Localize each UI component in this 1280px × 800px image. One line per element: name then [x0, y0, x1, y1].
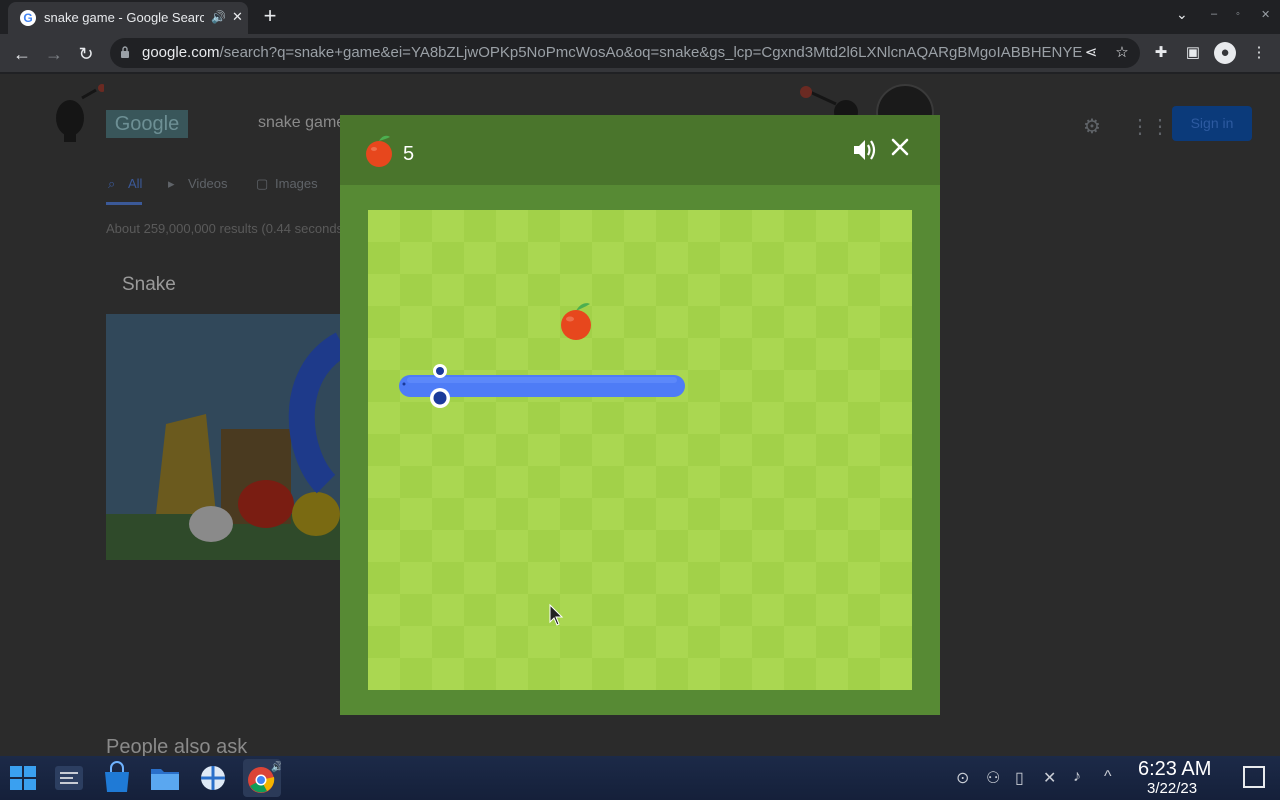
menu-icon[interactable]: ⋮: [1248, 42, 1270, 64]
clock-time: 6:23 AM: [1138, 758, 1212, 780]
people-also-ask-heading: People also ask: [106, 736, 248, 756]
apple-icon: [366, 135, 392, 167]
taskbar: 🔊 ⊙ ⚇ ▯ ✕ ♪ ^ 6:23 AM 3/22/23: [0, 756, 1280, 800]
result-stats: About 259,000,000 results (0.44 seconds): [106, 221, 348, 236]
tab-strip: G snake game - Google Search 🔊 ✕ + ⌄ – ◦…: [0, 0, 1280, 34]
app-icon[interactable]: [195, 760, 231, 796]
reload-icon[interactable]: ↻: [74, 42, 98, 66]
search-icon: ⌕: [108, 176, 116, 191]
start-icon[interactable]: [6, 760, 42, 796]
active-tab-indicator: [106, 202, 142, 205]
snake-game-modal[interactable]: 5: [340, 115, 940, 715]
search-query[interactable]: snake game: [258, 114, 345, 132]
tab-videos[interactable]: Videos: [188, 176, 228, 191]
clock-date: 3/22/23: [1147, 780, 1198, 797]
profile-icon[interactable]: ●: [1214, 42, 1236, 64]
google-apps-icon[interactable]: ⋮⋮: [1130, 114, 1170, 139]
side-panel-icon[interactable]: ▣: [1182, 42, 1204, 64]
address-bar[interactable]: google.com/search?q=snake+game&ei=YA8bZL…: [110, 38, 1140, 68]
tab-title: snake game - Google Search: [44, 10, 204, 25]
store-icon[interactable]: [99, 760, 135, 796]
snake-game-image[interactable]: [106, 314, 342, 560]
window-close-icon[interactable]: ✕: [1261, 8, 1270, 21]
tab-audio-icon[interactable]: 🔊: [211, 10, 226, 24]
game-header: 5: [340, 115, 940, 185]
svg-text:🔊: 🔊: [271, 760, 281, 773]
task-view-icon[interactable]: [51, 760, 87, 796]
video-icon: ▸: [168, 176, 175, 191]
extensions-icon[interactable]: ✚: [1150, 42, 1172, 64]
tab-all[interactable]: All: [128, 176, 142, 191]
mute-icon[interactable]: ✕: [1043, 768, 1056, 788]
snake: [399, 364, 685, 408]
tab-search-icon[interactable]: ⌄: [1176, 6, 1188, 23]
browser-toolbar: ← → ↻ google.com/search?q=snake+game&ei=…: [0, 34, 1280, 73]
knowledge-card-title: Snake: [122, 274, 176, 295]
url-text: google.com/search?q=snake+game&ei=YA8bZL…: [142, 44, 1082, 61]
mouse-cursor-icon: [549, 603, 564, 626]
back-icon[interactable]: ←: [10, 42, 34, 66]
show-desktop-icon[interactable]: [1243, 766, 1265, 788]
close-icon[interactable]: [890, 137, 910, 157]
share-icon[interactable]: ⋖: [1080, 42, 1102, 64]
doodle-figure-icon[interactable]: [44, 84, 104, 142]
user-icon[interactable]: ⚇: [986, 768, 1000, 788]
google-logo[interactable]: Google: [106, 110, 188, 138]
forward-icon[interactable]: →: [42, 42, 66, 66]
google-favicon-icon: G: [20, 10, 36, 26]
sign-in-button[interactable]: Sign in: [1172, 106, 1252, 141]
maximize-icon[interactable]: ◦: [1236, 8, 1240, 20]
image-icon: ▢: [256, 176, 269, 191]
tab-close-icon[interactable]: ✕: [232, 9, 243, 25]
minimize-icon[interactable]: –: [1211, 8, 1217, 20]
settings-gear-icon[interactable]: ⚙: [1083, 114, 1101, 139]
chrome-icon[interactable]: 🔊: [243, 759, 281, 797]
apple-food: [561, 303, 591, 340]
bookmark-star-icon[interactable]: ☆: [1111, 42, 1133, 64]
tab-images[interactable]: Images: [275, 176, 318, 191]
score-count: 5: [403, 143, 415, 165]
lock-icon: [121, 46, 129, 58]
sound-on-icon[interactable]: [852, 137, 878, 163]
volume-icon[interactable]: ♪: [1073, 768, 1081, 786]
update-icon[interactable]: ⊙: [956, 768, 969, 788]
file-explorer-icon[interactable]: [147, 760, 183, 796]
game-board[interactable]: [368, 210, 912, 690]
new-tab-button[interactable]: +: [258, 4, 282, 28]
browser-tab[interactable]: G snake game - Google Search 🔊 ✕: [8, 2, 248, 34]
tray-overflow-icon[interactable]: ^: [1104, 768, 1112, 786]
clipboard-icon[interactable]: ▯: [1015, 768, 1024, 788]
